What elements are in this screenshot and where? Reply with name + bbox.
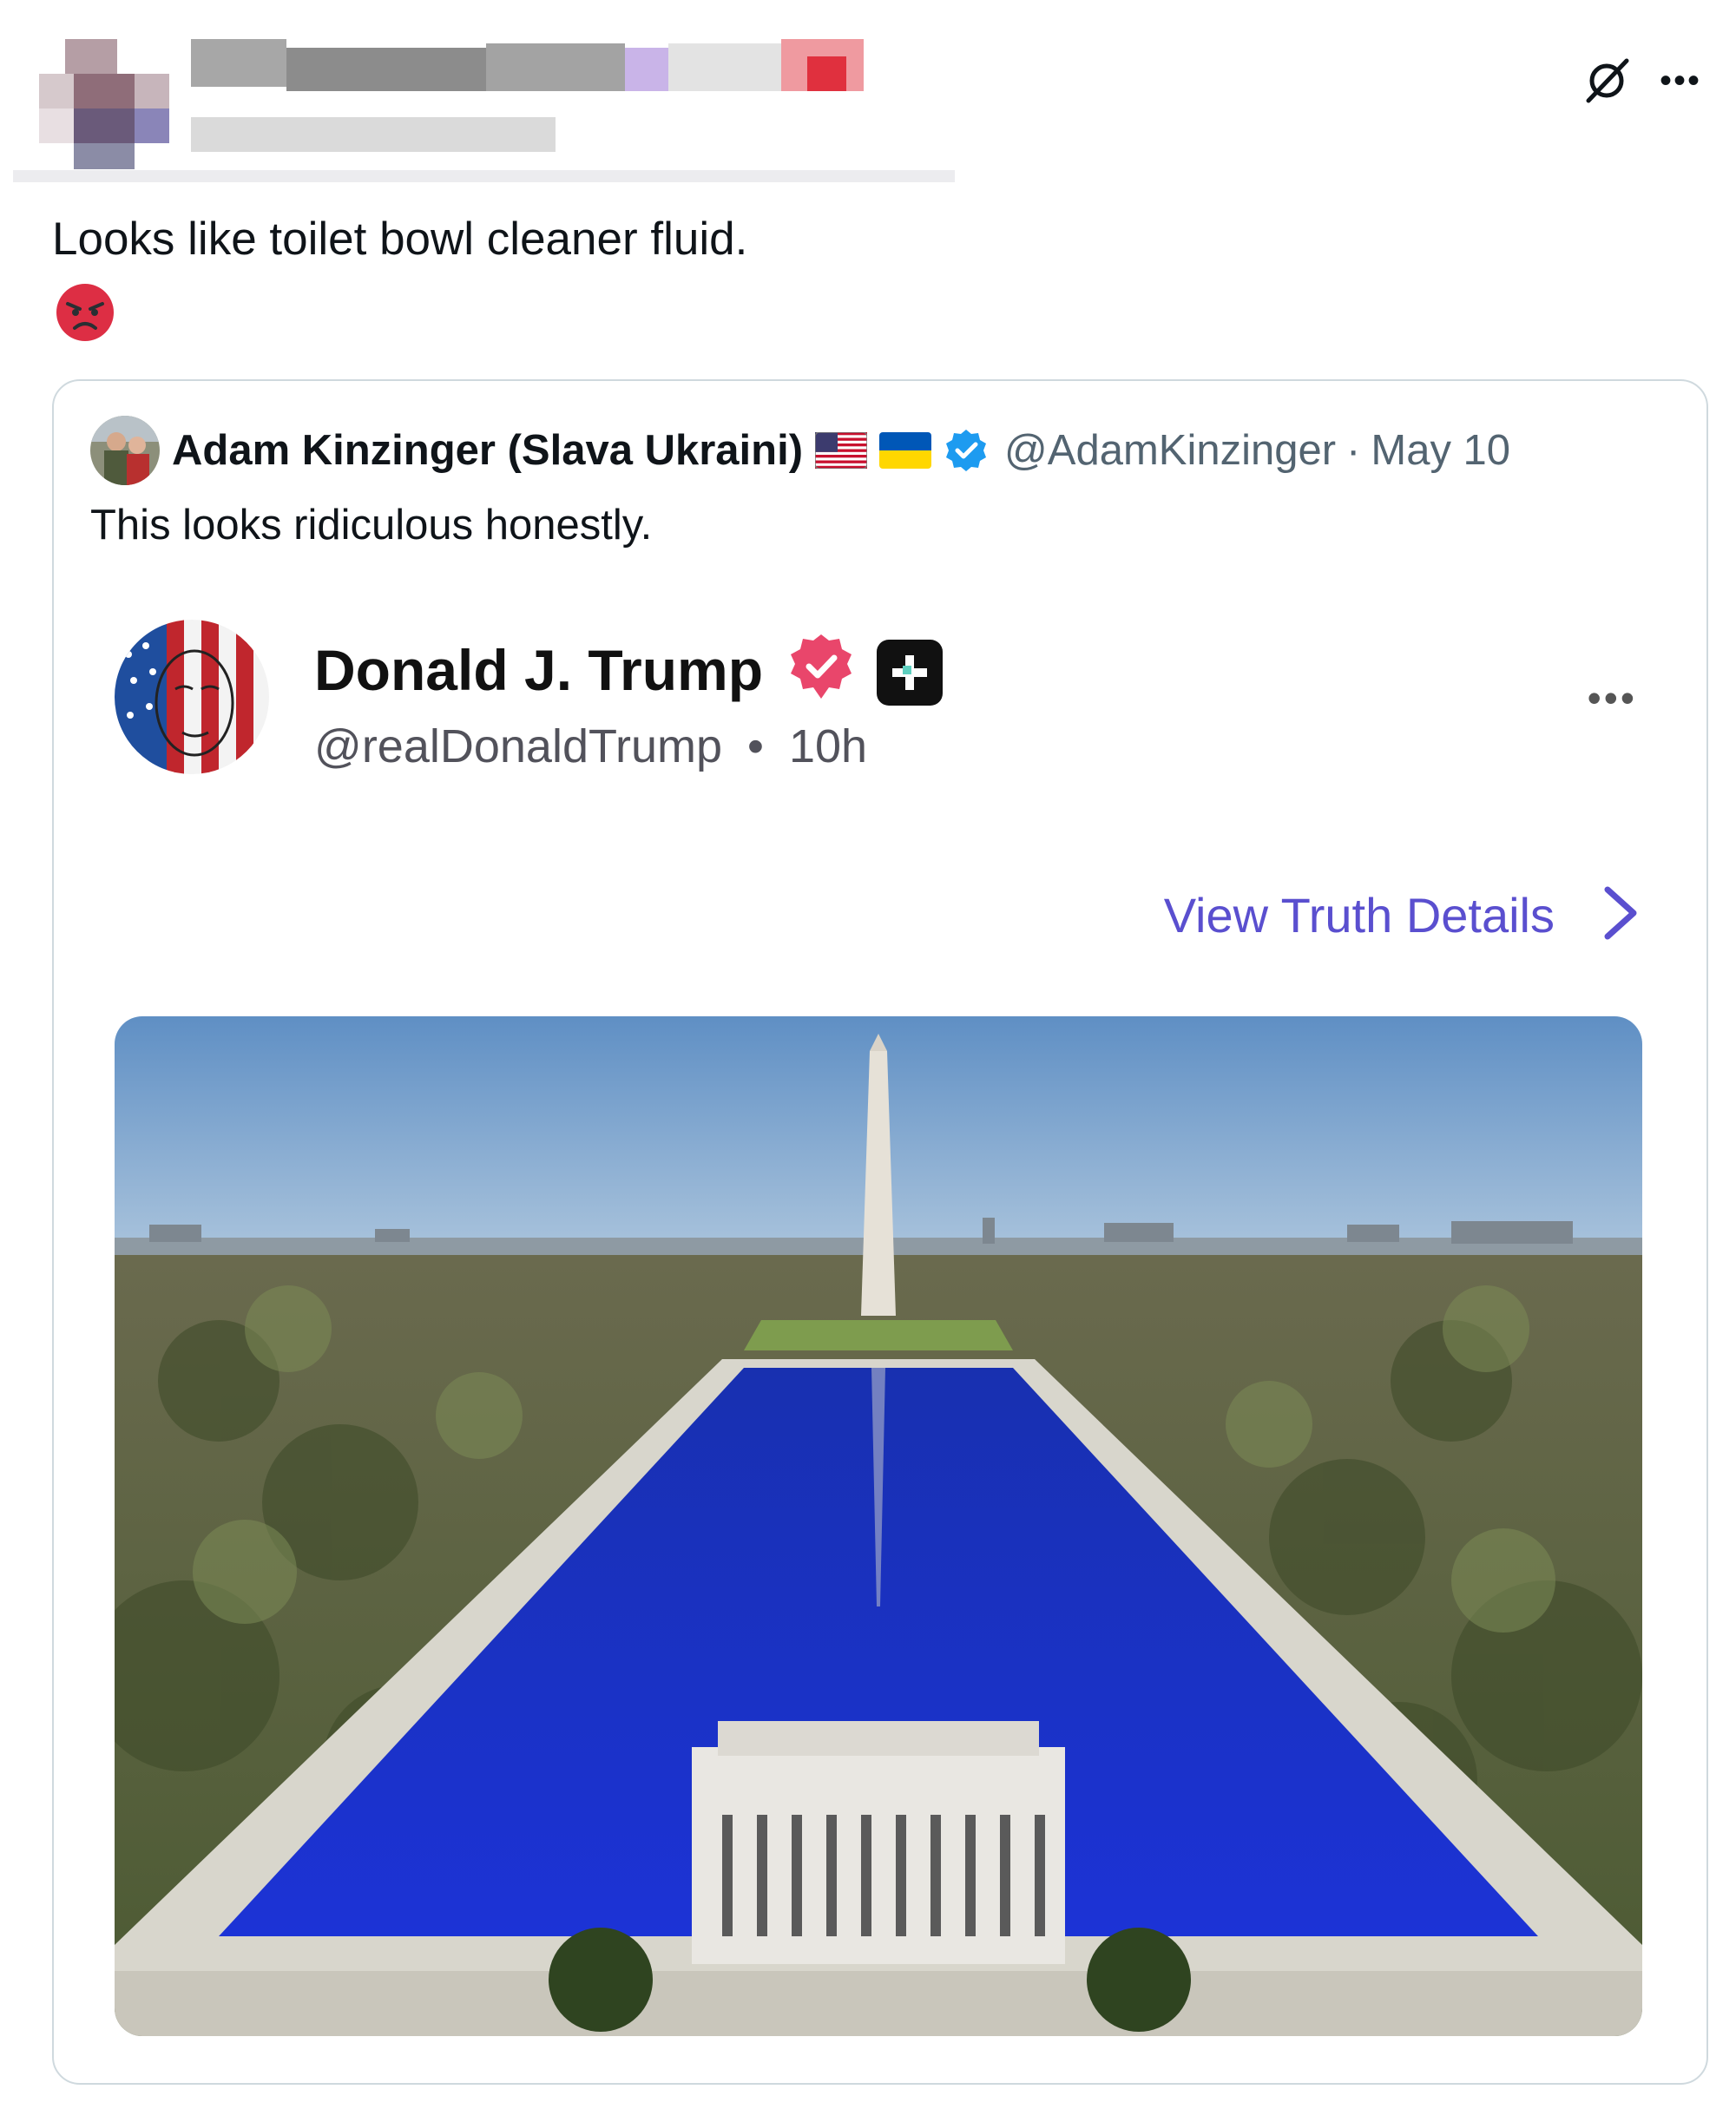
quoted-tweet-card[interactable]: Adam Kinzinger (Slava Ukraini) @AdamKinz… [52, 379, 1708, 2085]
pixelated-user-header [0, 0, 972, 187]
angry-face-emoji-icon [56, 283, 115, 342]
truth-handle: @realDonaldTrump [314, 720, 722, 772]
us-flag-icon [814, 431, 868, 470]
quoted-tweet-date[interactable]: May 10 [1371, 426, 1510, 475]
reflecting-pool-photo[interactable] [115, 1016, 1642, 2036]
truth-author-name: Donald J. Trump [314, 638, 764, 702]
quoted-tweet-header: Adam Kinzinger (Slava Ukraini) @AdamKinz… [90, 416, 1510, 485]
ukraine-flag-icon [879, 432, 932, 469]
quoted-tweet-text: This looks ridiculous honestly. [90, 502, 653, 549]
truth-plus-icon [877, 640, 943, 706]
truth-separator: • [747, 720, 764, 772]
truth-more-icon: ••• [1587, 675, 1637, 720]
quoted-author-name[interactable]: Adam Kinzinger (Slava Ukraini) [172, 426, 803, 475]
verified-badge-icon[interactable] [944, 428, 989, 473]
pixelated-avatar[interactable] [39, 39, 169, 169]
more-options-icon[interactable]: ••• [1660, 63, 1701, 98]
tweet-text: Looks like toilet bowl cleaner fluid. [52, 214, 748, 265]
tweet-actions: ••• [1580, 54, 1701, 108]
trump-avatar [115, 620, 269, 774]
separator-dot: · [1346, 427, 1361, 474]
pixelated-handle [191, 117, 556, 152]
unlink-icon[interactable] [1580, 54, 1634, 108]
chevron-right-icon [1595, 883, 1647, 943]
pixelated-name [191, 39, 286, 87]
quoted-author-handle[interactable]: @AdamKinzinger [1004, 426, 1336, 475]
truth-handle-line: @realDonaldTrump • 10h [314, 719, 867, 773]
truth-time: 10h [788, 720, 868, 772]
truth-verified-badge-icon [785, 631, 858, 704]
kinzinger-avatar[interactable] [90, 416, 160, 485]
view-truth-details-link: View Truth Details [1163, 888, 1555, 943]
